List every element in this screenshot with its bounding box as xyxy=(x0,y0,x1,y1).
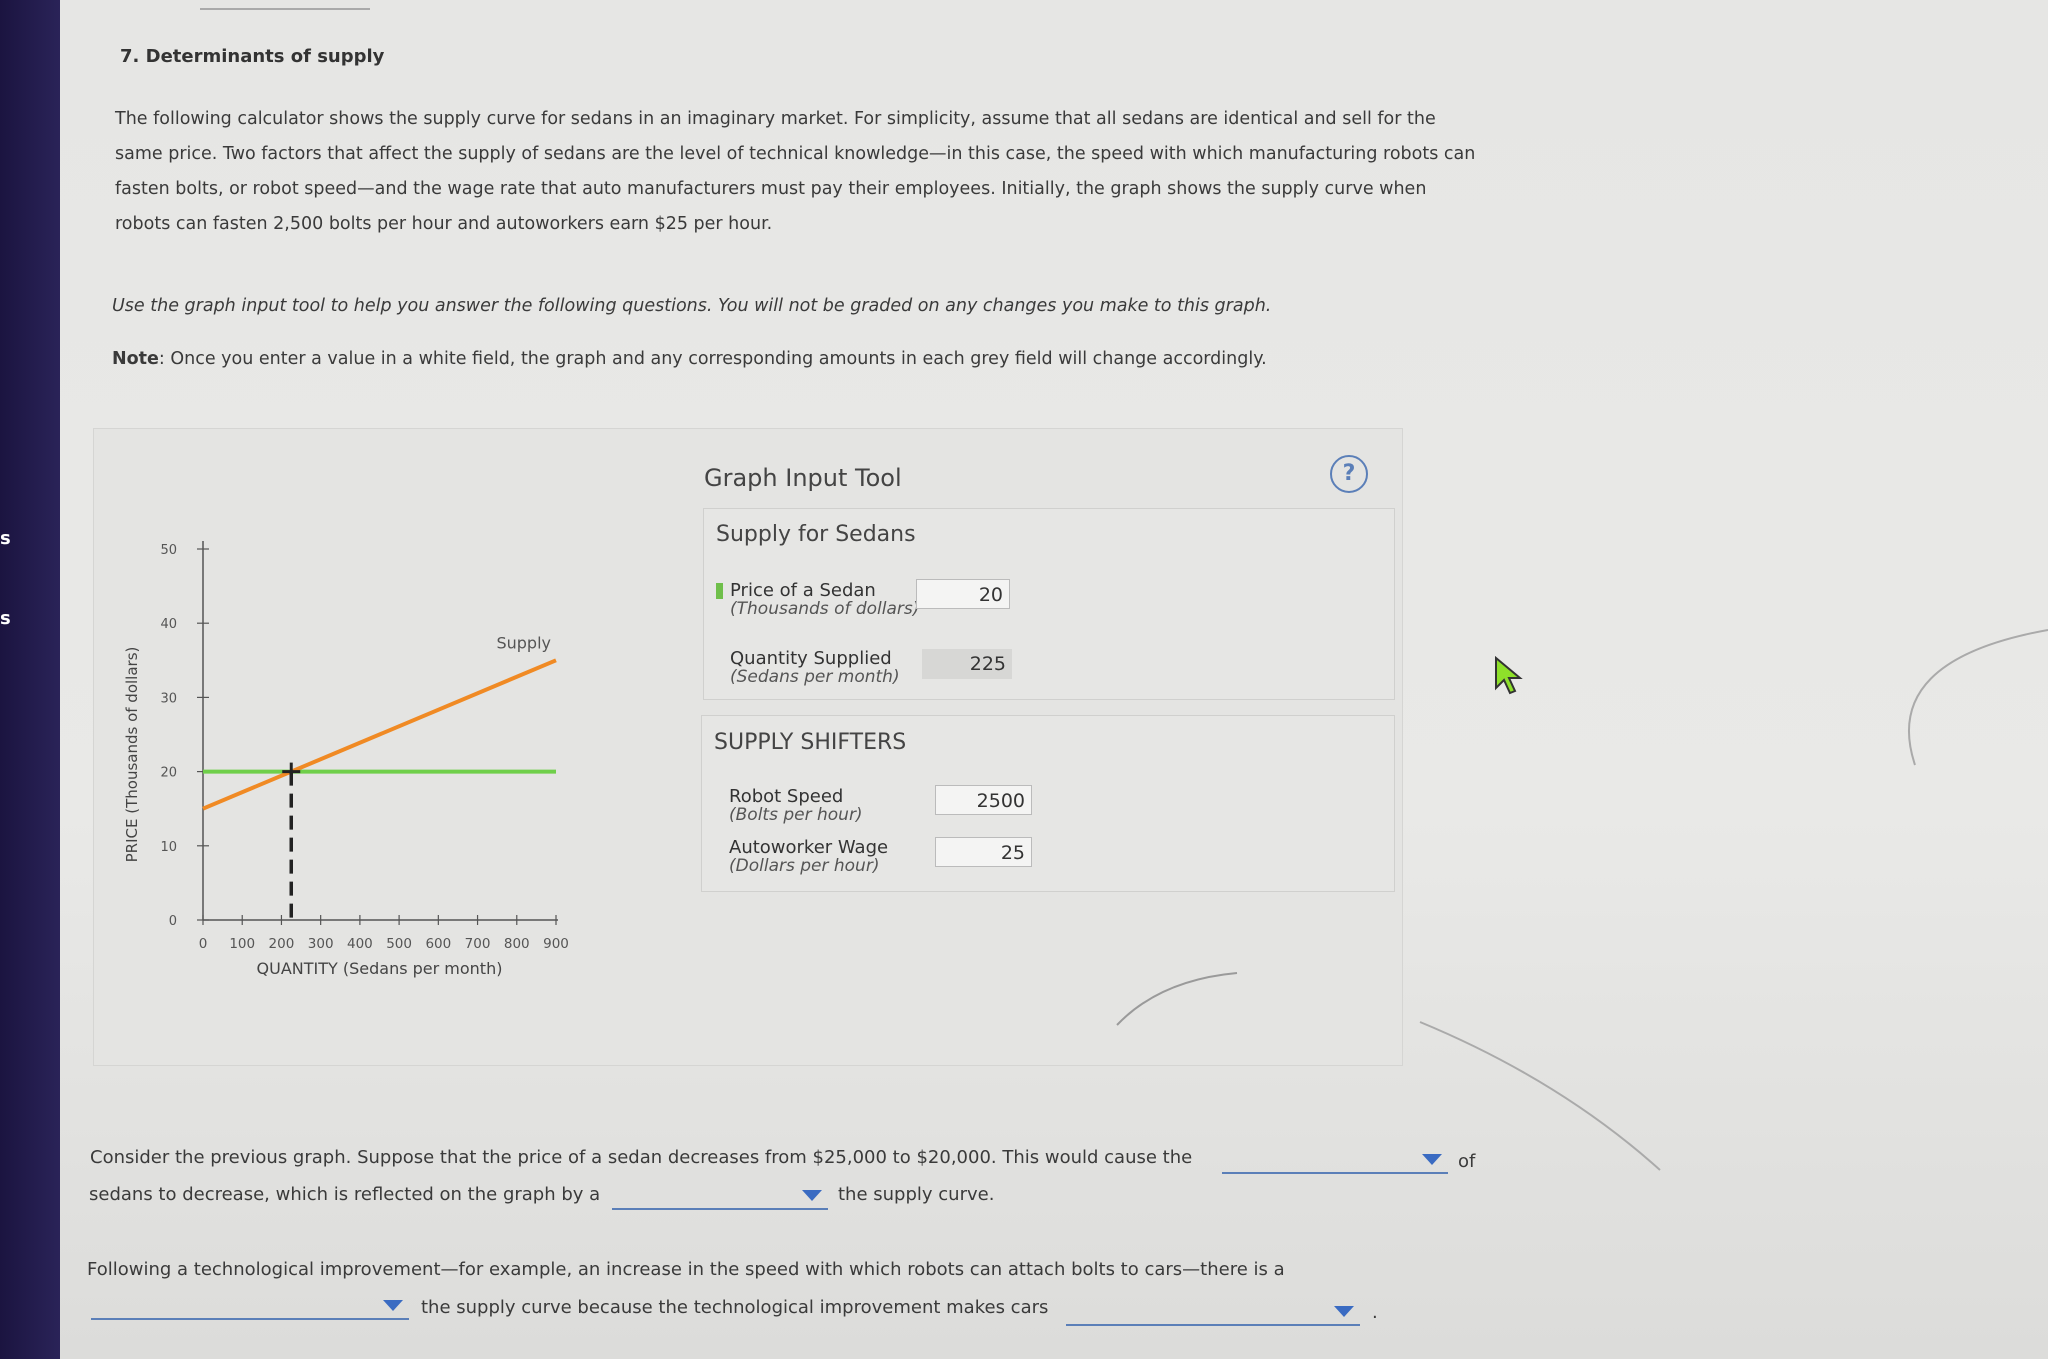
sidebar-text: s xyxy=(0,528,11,549)
price-color-marker xyxy=(716,583,723,599)
price-label-text: Price of a Sedan xyxy=(730,580,876,601)
chevron-down-icon xyxy=(1334,1306,1354,1317)
wage-input[interactable]: 25 xyxy=(935,837,1032,867)
question-circle-icon[interactable]: ? xyxy=(1330,455,1368,493)
shifters-title: SUPPLY SHIFTERS xyxy=(714,730,907,755)
graph-input-tool-title: Graph Input Tool xyxy=(704,464,902,492)
mouse-cursor-icon xyxy=(1495,656,1523,695)
quantity-label-text: Quantity Supplied xyxy=(730,648,892,669)
wage-label: Autoworker Wage (Dollars per hour) xyxy=(729,837,929,875)
chevron-down-icon xyxy=(383,1300,403,1311)
note-label: Note xyxy=(112,349,159,369)
y-tick-label: 40 xyxy=(160,617,177,632)
q1-dropdown-2[interactable] xyxy=(612,1184,828,1210)
y-axis-title: PRICE (Thousands of dollars) xyxy=(123,647,141,863)
q1-text-2: of xyxy=(1458,1151,1476,1172)
robot-speed-label: Robot Speed (Bolts per hour) xyxy=(729,786,929,824)
x-tick-label: 600 xyxy=(425,936,451,952)
x-axis-title: QUANTITY (Sedans per month) xyxy=(257,959,503,978)
supply-curve xyxy=(202,658,557,811)
y-tick-label: 0 xyxy=(169,914,177,929)
q1-text-3: sedans to decrease, which is reflected o… xyxy=(89,1184,601,1205)
x-tick-label: 300 xyxy=(308,936,334,952)
quantity-sub: (Sedans per month) xyxy=(730,667,900,687)
robot-speed-label-text: Robot Speed xyxy=(729,786,844,807)
chevron-down-icon xyxy=(1422,1154,1442,1165)
question-title: 7. Determinants of supply xyxy=(120,46,385,67)
supply-title: Supply for Sedans xyxy=(716,522,916,547)
instruction-text: Use the graph input tool to help you ans… xyxy=(112,296,1272,316)
x-tick-label: 200 xyxy=(269,936,295,952)
q2-text-1: Following a technological improvement—fo… xyxy=(87,1259,1285,1280)
price-sub: (Thousands of dollars) xyxy=(730,599,920,619)
x-tick-label: 900 xyxy=(543,936,569,952)
quantity-label: Quantity Supplied (Sedans per month) xyxy=(730,648,930,686)
robot-speed-sub: (Bolts per hour) xyxy=(729,805,863,825)
y-tick-label: 30 xyxy=(160,691,177,706)
x-tick-label: 500 xyxy=(386,936,412,952)
x-tick-label: 100 xyxy=(229,936,255,952)
q2-text-2: the supply curve because the technologic… xyxy=(421,1297,1049,1318)
x-tick-label: 700 xyxy=(465,936,491,952)
question-paragraph: The following calculator shows the suppl… xyxy=(115,109,1476,234)
q1-dropdown-1[interactable] xyxy=(1222,1148,1448,1174)
x-tick-label: 800 xyxy=(504,936,530,952)
wage-label-text: Autoworker Wage xyxy=(729,837,889,858)
top-divider xyxy=(200,8,370,10)
q1-text-1: Consider the previous graph. Suppose tha… xyxy=(90,1147,1193,1168)
price-label: Price of a Sedan (Thousands of dollars) xyxy=(730,580,920,618)
sidebar-text-2: s xyxy=(0,608,11,629)
q2-dropdown-1[interactable] xyxy=(91,1294,409,1320)
supply-label: Supply xyxy=(496,633,551,652)
q2-text-3: . xyxy=(1372,1302,1378,1323)
note-body: : Once you enter a value in a white fiel… xyxy=(158,349,1267,369)
x-tick-label: 400 xyxy=(347,936,373,952)
y-tick-label: 50 xyxy=(160,543,177,558)
wage-sub: (Dollars per hour) xyxy=(729,856,880,876)
q1-text-4: the supply curve. xyxy=(838,1184,995,1205)
y-tick-label: 20 xyxy=(160,766,177,781)
left-sidebar: s s xyxy=(0,0,60,1359)
q2-dropdown-2[interactable] xyxy=(1066,1300,1360,1326)
quantity-output: 225 xyxy=(922,649,1012,679)
y-tick-label: 10 xyxy=(160,840,177,855)
chevron-down-icon xyxy=(802,1190,822,1201)
price-input[interactable]: 20 xyxy=(916,579,1010,609)
note-text: Note: Once you enter a value in a white … xyxy=(112,349,1267,369)
supply-chart[interactable]: 010203040500 100 200 300 400 500 600 700 800 900Q… xyxy=(93,428,613,1008)
robot-speed-input[interactable]: 2500 xyxy=(935,785,1032,815)
x-tick-label: 0 xyxy=(199,936,208,952)
